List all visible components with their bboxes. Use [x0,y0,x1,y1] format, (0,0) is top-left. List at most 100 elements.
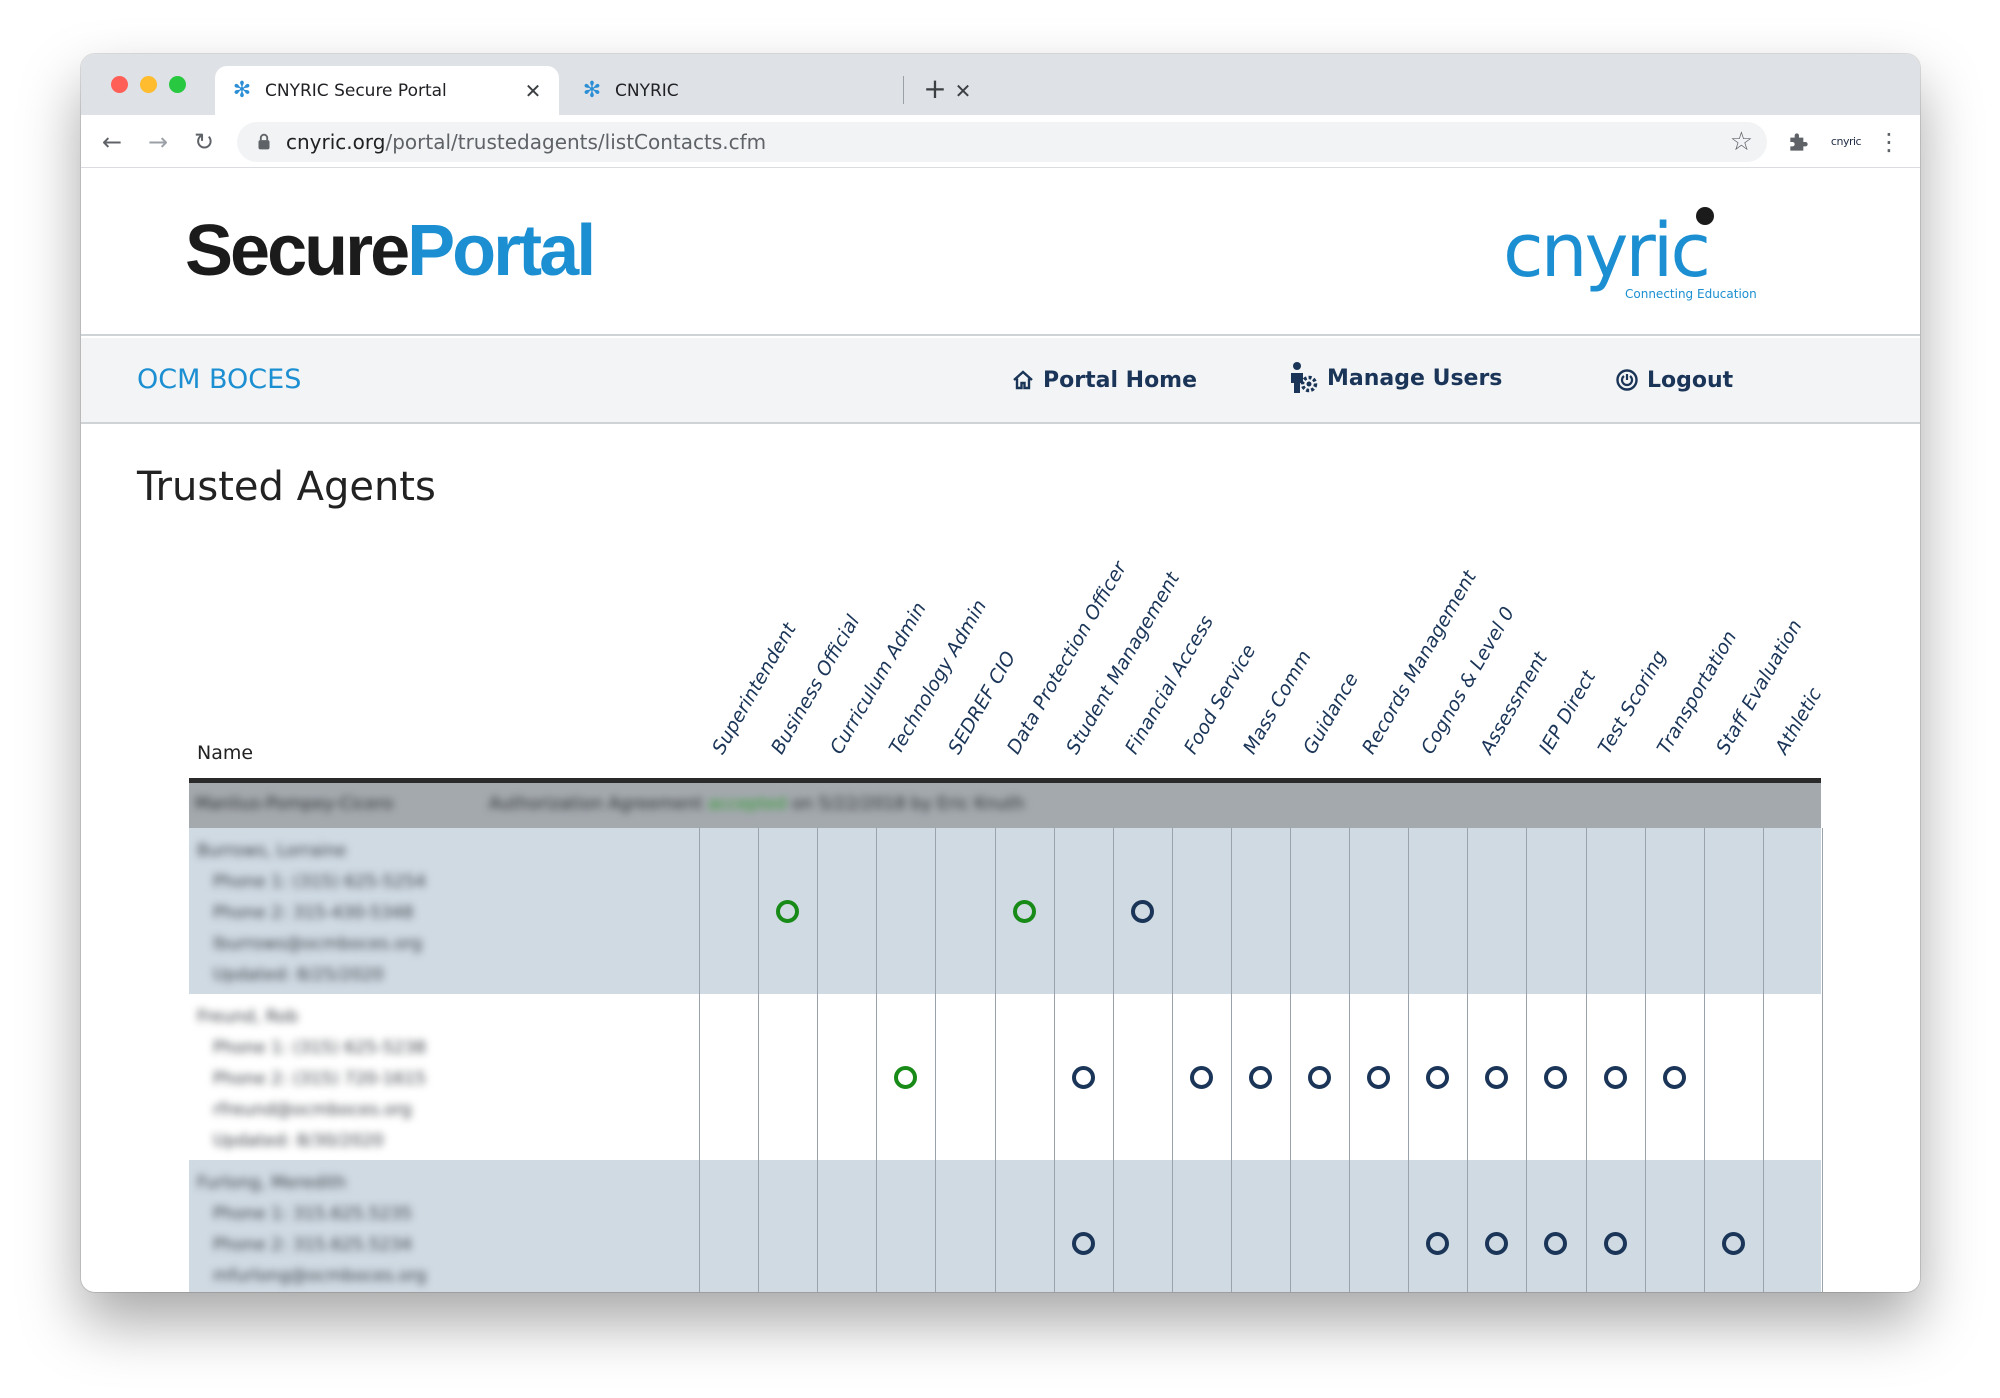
tab-cnyric-secure-portal[interactable]: ✻ CNYRIC Secure Portal ✕ [215,66,559,115]
url-text[interactable]: cnyric.org/portal/trustedagents/listCont… [286,122,766,162]
extensions-puzzle-icon[interactable] [1786,129,1812,155]
address-bar[interactable]: cnyric.org/portal/trustedagents/listCont… [237,122,1767,162]
table-row: Freund, Rob Phone 1: (315) 625-5238 Phon… [189,994,1821,1160]
agreement-suffix: on 5/22/2018 by Eric Knuth [791,794,1025,814]
nav-manage-users[interactable]: Manage Users [1289,362,1502,394]
role-assigned-ring[interactable] [1722,1232,1745,1255]
column-divider [1231,828,1232,1292]
column-divider [876,828,877,1292]
tab-close-icon[interactable]: ✕ [521,79,545,103]
page-title: Trusted Agents [137,464,436,510]
secure-portal-logo[interactable]: SecurePortal [185,208,596,294]
district-group-row: Manlius-Pompey-Cicero Authorization Agre… [189,783,1821,828]
column-divider [1645,828,1646,1292]
role-assigned-ring[interactable] [1426,1232,1449,1255]
browser-toolbar: ← → ↻ cnyric.org/portal/trustedagents/li… [81,115,1920,168]
site-nav: OCM BOCES Portal Home Manage Users Logou… [81,338,1920,424]
column-divider [1467,828,1468,1292]
role-assigned-ring[interactable] [1544,1232,1567,1255]
role-header-label: Athletic [1771,684,1827,758]
role-assigned-ring[interactable] [1131,900,1154,923]
role-assigned-ring[interactable] [1604,1066,1627,1089]
role-assigned-ring[interactable] [1013,900,1036,923]
tab-close-icon[interactable]: ✕ [951,79,975,103]
column-divider [1704,828,1705,1292]
back-arrow-icon[interactable]: ← [95,125,129,159]
zoom-window-button[interactable] [169,76,186,93]
more-menu-icon[interactable]: ⋮ [1877,127,1901,157]
new-tab-button[interactable]: + [917,71,953,107]
role-assigned-ring[interactable] [1663,1066,1686,1089]
role-assigned-ring[interactable] [1485,1066,1508,1089]
contact-phone2: Phone 2: (315) 720-1615 [213,1069,426,1089]
close-window-button[interactable] [111,76,128,93]
contact-updated: Updated: 8/25/2020 [213,965,384,985]
role-header-label: IEP Direct [1534,666,1601,758]
contact-email[interactable]: rfreund@ocmboces.org [197,1095,426,1126]
column-divider [817,828,818,1292]
column-divider [1763,828,1764,1292]
nav-logout[interactable]: Logout [1615,364,1733,396]
column-divider [758,828,759,1292]
home-icon [1013,370,1033,390]
logo-word-secure: Secure [185,211,410,291]
forward-arrow-icon[interactable]: → [141,125,175,159]
contact-phone1: Phone 1: (315) 625-5254 [213,872,426,892]
role-assigned-ring[interactable] [1072,1232,1095,1255]
url-host: cnyric.org [286,130,386,154]
browser-window: ✻ CNYRIC Secure Portal ✕ ✻ CNYRIC ✕ + ← … [81,54,1920,1292]
profile-avatar[interactable]: cnyric [1826,129,1866,155]
contact-phone2: Phone 2: 315-430-5348 [213,903,414,923]
column-divider [995,828,996,1292]
tab-title: CNYRIC Secure Portal [265,80,447,101]
role-assigned-ring[interactable] [1190,1066,1213,1089]
role-header-label: Records Management [1357,566,1481,758]
column-divider [1349,828,1350,1292]
district-name: Manlius-Pompey-Cicero [195,794,394,814]
brand-name: cnyric [1503,208,1708,294]
table-row: Furlong, Meredith Phone 1: 315.625.5235 … [189,1160,1821,1292]
role-assigned-ring[interactable] [1072,1066,1095,1089]
contact-name: Freund, Rob [197,1007,299,1027]
role-assigned-ring[interactable] [1426,1066,1449,1089]
contact-phone1: Phone 1: 315.625.5235 [213,1204,412,1224]
column-divider [1526,828,1527,1292]
contact-phone2: Phone 2: 315.625.5234 [213,1235,412,1255]
role-assigned-ring[interactable] [1308,1066,1331,1089]
contact-email[interactable]: mfurlong@ocmboces.org [197,1261,426,1292]
brand-tagline: Connecting Education [1625,287,1757,301]
role-assigned-ring[interactable] [894,1066,917,1089]
role-assigned-ring[interactable] [1367,1066,1390,1089]
agreement-status: Authorization Agreement accepted on 5/22… [489,794,1025,814]
nav-manage-users-label: Manage Users [1327,365,1503,391]
role-assigned-ring[interactable] [1544,1066,1567,1089]
column-divider [1054,828,1055,1292]
contact-info: Furlong, Meredith Phone 1: 315.625.5235 … [197,1168,426,1292]
column-divider [1586,828,1587,1292]
role-assigned-ring[interactable] [1604,1232,1627,1255]
role-assigned-ring[interactable] [1485,1232,1508,1255]
reload-icon[interactable]: ↻ [187,125,221,159]
site-header: SecurePortal cnyric Connecting Education [81,168,1920,336]
org-name: OCM BOCES [137,364,302,395]
column-divider [1408,828,1409,1292]
nav-portal-home-label: Portal Home [1043,367,1198,393]
contact-email[interactable]: lburrows@ocmboces.org [197,929,426,960]
column-divider [1822,828,1823,1292]
cnyric-logo[interactable]: cnyric Connecting Education [1501,204,1771,314]
minimize-window-button[interactable] [140,76,157,93]
logo-word-portal: Portal [407,211,596,291]
agreement-prefix: Authorization Agreement [489,794,703,814]
contact-info: Freund, Rob Phone 1: (315) 625-5238 Phon… [197,1002,426,1157]
url-path: /portal/trustedagents/listContacts.cfm [385,130,767,154]
role-header-label: Guidance [1298,669,1363,758]
role-assigned-ring[interactable] [776,900,799,923]
nav-portal-home[interactable]: Portal Home [1011,364,1197,396]
snowflake-favicon-icon: ✻ [232,77,252,103]
role-header-label: Student Management [1062,568,1185,758]
bookmark-star-icon[interactable]: ☆ [1730,127,1753,157]
column-divider [1172,828,1173,1292]
power-icon [1616,369,1638,391]
column-divider [1113,828,1114,1292]
role-assigned-ring[interactable] [1249,1066,1272,1089]
